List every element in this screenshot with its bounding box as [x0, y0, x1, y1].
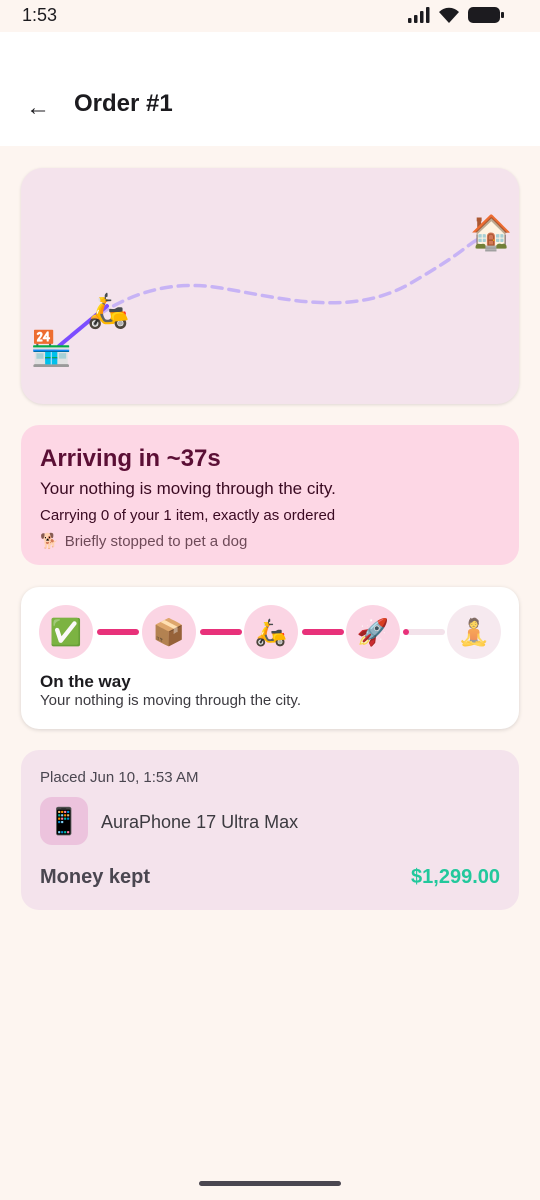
route-svg	[57, 234, 486, 348]
eta-status-text: Briefly stopped to pet a dog	[64, 532, 248, 550]
status-bar: 1:53	[0, 0, 540, 32]
battery-icon	[468, 7, 504, 23]
money-kept-label: Money kept	[40, 866, 151, 888]
meditation-icon: 🧘	[457, 616, 491, 647]
step-delivered: 🧘	[447, 605, 501, 659]
money-kept-value: $1,299.00	[411, 866, 500, 888]
eta-carrying-text: Carrying 0 of your 1 item, exactly as or…	[40, 507, 336, 524]
home-icon: 🏠	[470, 214, 513, 252]
connector-fill	[97, 629, 139, 635]
dog-icon: 🐕	[40, 533, 59, 550]
back-button[interactable]: ←	[16, 86, 60, 130]
item-name: AuraPhone 17 Ultra Max	[101, 812, 299, 832]
check-icon: ✅	[49, 616, 83, 647]
connector-fill	[403, 629, 410, 635]
step-on-the-way: 🛵	[244, 605, 298, 659]
status-time: 1:53	[22, 5, 58, 25]
store-icon: 🏪	[30, 330, 73, 368]
home-indicator[interactable]	[199, 1181, 341, 1186]
wifi-icon	[439, 7, 459, 23]
scooter-icon: 🛵	[254, 616, 288, 647]
scooter-icon: 🛵	[87, 292, 130, 330]
step-confirmed: ✅	[39, 605, 93, 659]
step-packed: 📦	[142, 605, 196, 659]
placed-date: Placed Jun 10, 1:53 AM	[40, 769, 199, 786]
current-step-subtitle: Your nothing is moving through the city.	[40, 692, 301, 709]
progress-steps-card: ✅ 📦 🛵 🚀 🧘 On the way Your nothing is mov…	[21, 587, 519, 729]
page-title: Order #1	[74, 90, 173, 117]
connector-fill	[200, 629, 242, 635]
eta-title: Arriving in ~37s	[40, 445, 221, 472]
order-summary-card: Placed Jun 10, 1:53 AM 📱 AuraPhone 17 Ul…	[21, 750, 519, 910]
app-bar: ← Order #1	[0, 32, 540, 146]
eta-subtitle: Your nothing is moving through the city.	[40, 479, 336, 498]
eta-status: 🐕 Briefly stopped to pet a dog	[40, 532, 500, 551]
signal-icon	[408, 7, 430, 23]
step-arriving: 🚀	[346, 605, 400, 659]
step-connector	[97, 629, 139, 635]
eta-card: Arriving in ~37s Your nothing is moving …	[21, 425, 519, 565]
phone-icon: 📱	[47, 805, 81, 836]
step-connector	[403, 629, 445, 635]
connector-fill	[302, 629, 344, 635]
step-connector	[302, 629, 344, 635]
step-connector	[200, 629, 242, 635]
arrow-back-icon: ←	[26, 94, 50, 121]
current-step-title: On the way	[40, 672, 131, 691]
rocket-icon: 🚀	[356, 616, 390, 647]
item-thumbnail: 📱	[40, 797, 88, 845]
status-icons	[408, 6, 504, 24]
delivery-map: 🏪 🛵 🏠	[21, 168, 519, 404]
package-icon: 📦	[152, 616, 186, 647]
